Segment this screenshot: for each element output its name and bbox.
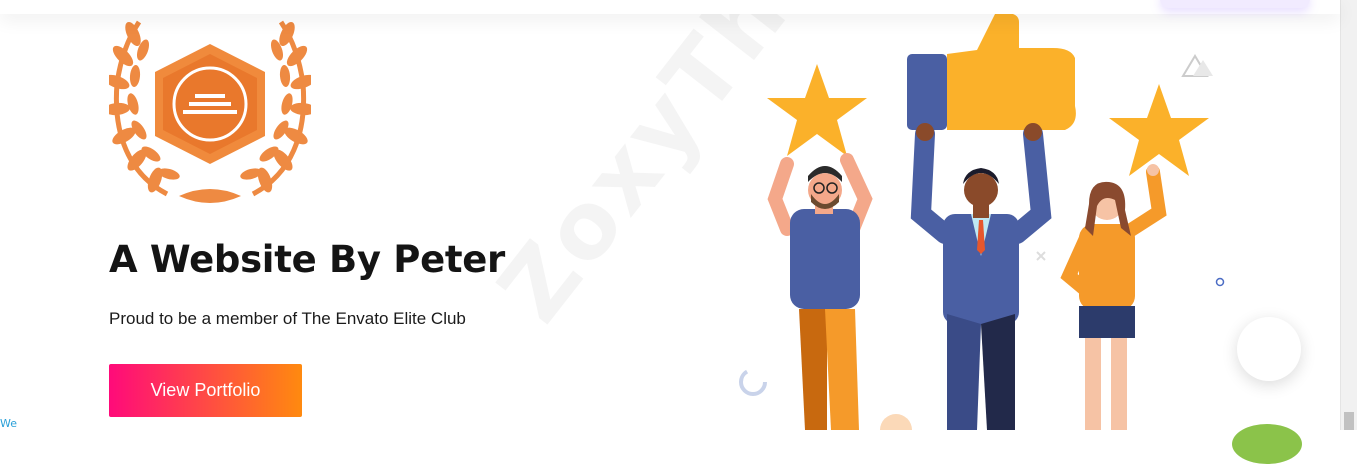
page-scrollbar[interactable]	[1340, 0, 1357, 430]
view-portfolio-button[interactable]: View Portfolio	[109, 364, 302, 417]
hero-title: A Website By Peter	[109, 238, 505, 281]
corner-badge[interactable]: We	[0, 417, 80, 431]
hero-subtitle: Proud to be a member of The Envato Elite…	[109, 309, 466, 328]
nav-button[interactable]	[1160, 0, 1310, 8]
support-widget-icon[interactable]	[1232, 424, 1302, 464]
chat-launcher-button[interactable]	[1237, 317, 1301, 381]
people-stars-illustration-icon	[739, 14, 1225, 430]
scrollbar-thumb[interactable]	[1344, 412, 1354, 430]
elite-badge-icon	[109, 20, 311, 203]
top-navbar	[0, 0, 1340, 14]
